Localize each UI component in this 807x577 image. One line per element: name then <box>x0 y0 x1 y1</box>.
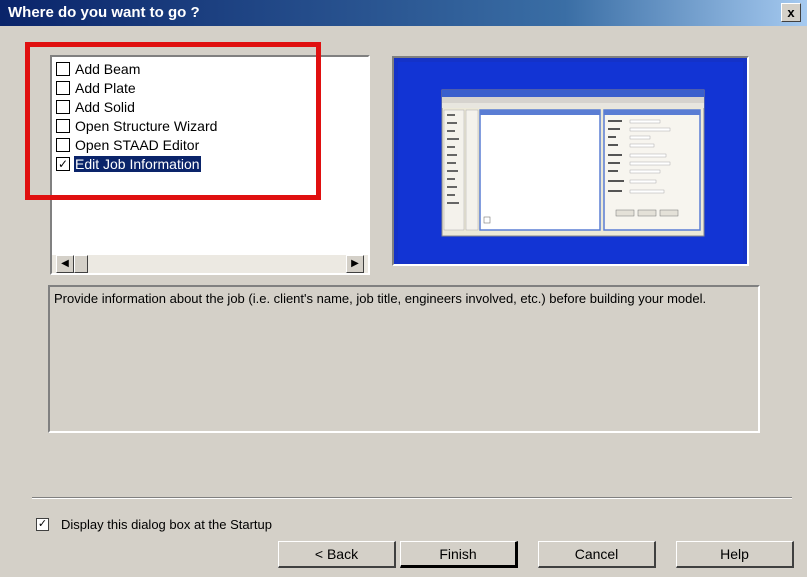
option-add-beam[interactable]: Add Beam <box>56 59 218 78</box>
checkbox[interactable] <box>56 80 70 95</box>
options-listbox[interactable]: Add Beam Add Plate Add Solid Open Struct… <box>50 55 370 275</box>
scroll-thumb[interactable] <box>74 255 88 273</box>
checkbox[interactable] <box>56 137 70 152</box>
checkbox-checked[interactable]: ✓ <box>56 156 70 171</box>
option-label: Add Plate <box>75 79 136 96</box>
preview-image-frame <box>392 56 749 266</box>
checkbox[interactable] <box>56 118 70 133</box>
finish-button[interactable]: Finish <box>400 541 518 568</box>
option-open-staad-editor[interactable]: Open STAAD Editor <box>56 135 218 154</box>
option-label: Add Solid <box>75 98 135 115</box>
horizontal-scrollbar[interactable]: ◀ ▶ <box>52 255 368 273</box>
startup-option[interactable]: ✓ Display this dialog box at the Startup <box>36 517 272 532</box>
option-label: Add Beam <box>75 60 141 77</box>
option-add-solid[interactable]: Add Solid <box>56 97 218 116</box>
dialog-title: Where do you want to go ? <box>8 4 200 21</box>
back-button[interactable]: < Back <box>278 541 396 568</box>
close-button[interactable]: x <box>781 3 801 22</box>
separator-line <box>32 497 792 499</box>
description-box: Provide information about the job (i.e. … <box>48 285 760 433</box>
checkbox[interactable] <box>56 99 70 114</box>
app-screenshot-thumbnail <box>441 89 705 237</box>
cancel-button[interactable]: Cancel <box>538 541 656 568</box>
option-edit-job-information[interactable]: ✓ Edit Job Information <box>56 154 218 173</box>
title-bar: Where do you want to go ? x <box>0 0 807 26</box>
startup-label: Display this dialog box at the Startup <box>61 517 273 532</box>
scroll-left-icon[interactable]: ◀ <box>56 255 74 273</box>
startup-checkbox[interactable]: ✓ <box>36 518 49 531</box>
checkbox[interactable] <box>56 61 70 76</box>
option-label: Open Structure Wizard <box>75 117 218 134</box>
preview-image <box>398 62 743 260</box>
option-label: Open STAAD Editor <box>75 136 200 153</box>
option-label: Edit Job Information <box>73 154 202 173</box>
scroll-right-icon[interactable]: ▶ <box>346 255 364 273</box>
option-add-plate[interactable]: Add Plate <box>56 78 218 97</box>
help-button[interactable]: Help <box>676 541 794 568</box>
option-open-structure-wizard[interactable]: Open Structure Wizard <box>56 116 218 135</box>
